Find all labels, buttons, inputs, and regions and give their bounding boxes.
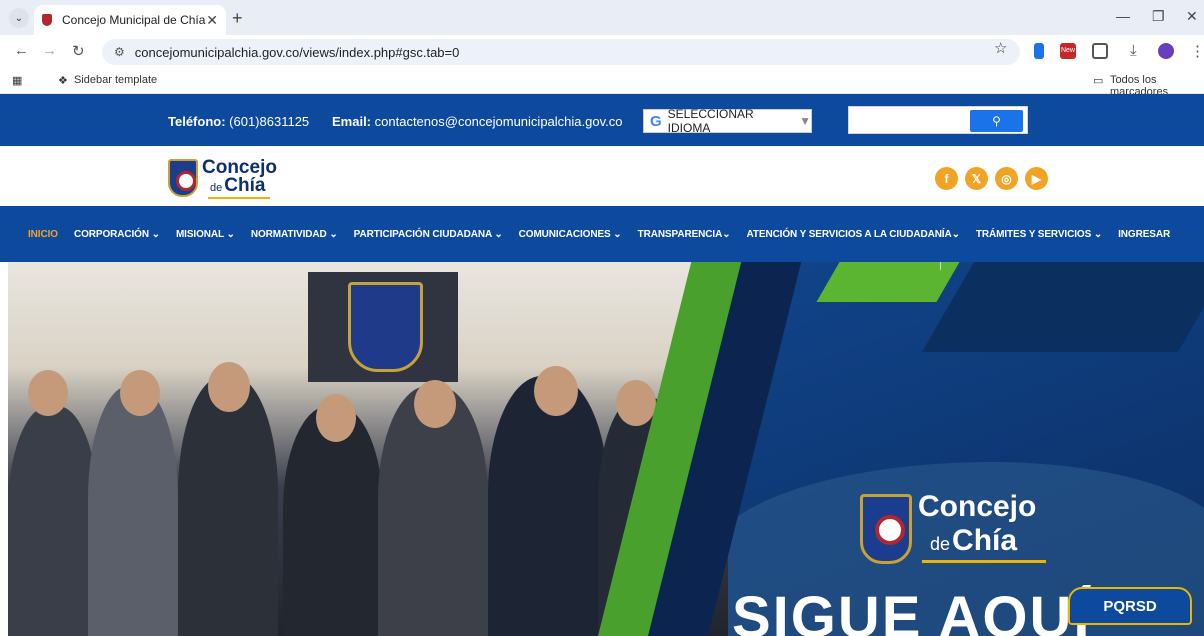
nav-comunicaciones[interactable]: COMUNICACIONES ⌄ [511,229,630,240]
photo-person-head [208,362,250,412]
hero-logo-line2: deChía [930,524,1017,558]
restore-icon[interactable]: ❐ [1152,8,1165,25]
hero-banner: Concejo deChía SIGUE AQUÍ [8,262,1204,636]
logo-de: de [210,182,223,194]
youtube-icon[interactable]: ▶ [1025,167,1048,190]
browser-tab-strip: ⌄ Concejo Municipal de Chía ✕ + — ❐ ✕ [0,0,1204,35]
search-button[interactable]: ⚲ [970,110,1023,132]
language-dropdown-icon: ▼ [799,114,811,128]
hero-stripe [816,262,960,302]
site-info-icon[interactable]: ⚙ [114,45,125,59]
photo-person-head [316,394,356,442]
profile-avatar[interactable] [1158,43,1174,59]
hero-headline: SIGUE AQUÍ [732,585,1092,636]
email-info: Email: contactenos@concejomunicipalchia.… [332,114,622,129]
bookmarks-bar: ▦ ❖ Sidebar template ▭ Todos los marcado… [0,68,1204,98]
language-select[interactable]: G SELECCIONAR IDIOMA ▼ [643,107,812,135]
photo-person [488,376,608,636]
nav-misional[interactable]: MISIONAL ⌄ [168,229,243,240]
close-window-icon[interactable]: ✕ [1186,8,1198,25]
photo-person-head [616,380,656,426]
hero-coat-of-arms-icon [860,494,912,564]
extension-icon[interactable] [1034,43,1044,59]
logo-line2: de Chía [210,175,265,197]
back-icon[interactable]: ← [14,42,29,59]
photo-person [8,406,98,636]
tab-title: Concejo Municipal de Chía [62,13,206,27]
photo-person-head [28,370,68,416]
nav-tramites[interactable]: TRÁMITES Y SERVICIOS ⌄ [968,229,1110,240]
hero-logo-line1: Concejo [918,490,1037,523]
language-label: SELECCIONAR IDIOMA [667,107,754,135]
google-icon: G [650,112,662,130]
divider [940,262,941,270]
photo-coat-of-arms [348,282,423,372]
site-logo[interactable]: Concejo de Chía [168,157,280,199]
logo-underline [208,197,270,199]
site-favicon-icon [42,14,52,26]
contact-bar: Teléfono: (601)8631125 Email: contacteno… [0,94,1204,146]
nav-corporacion[interactable]: CORPORACIÓN ⌄ [66,229,168,240]
nav-ingresar[interactable]: INGRESAR [1110,229,1178,240]
bookmark-sidebar-template[interactable]: Sidebar template [74,74,157,86]
folder-icon: ▭ [1093,75,1104,87]
email-value[interactable]: contactenos@concejomunicipalchia.gov.co [375,114,623,129]
apps-grid-icon[interactable]: ▦ [12,74,22,87]
nav-transparencia[interactable]: TRANSPARENCIA⌄ [630,229,739,240]
logo-chia: Chía [224,175,266,196]
photo-person-head [534,366,578,416]
photo-person [178,376,278,636]
search-icon: ⚲ [992,114,1001,128]
nav-inicio[interactable]: INICIO [20,229,66,240]
address-bar[interactable]: ⚙ concejomunicipalchia.gov.co/views/inde… [102,39,1020,65]
instagram-icon[interactable]: ◎ [995,167,1018,190]
photo-person [88,386,178,636]
bookmark-star-icon[interactable]: ☆ [994,39,1007,57]
minimize-icon[interactable]: — [1116,8,1130,24]
hero-logo-de: de [930,534,951,554]
coat-of-arms-icon [168,159,198,197]
tab-search-icon[interactable]: ⌄ [9,8,29,28]
photo-person-head [414,380,456,428]
main-navigation: INICIO CORPORACIÓN ⌄ MISIONAL ⌄ NORMATIV… [0,206,1204,262]
download-icon[interactable]: ⤓ [1130,42,1137,59]
photo-person-head [120,370,160,416]
email-label: Email: [332,114,372,129]
browser-toolbar: ← → ↻ ⚙ concejomunicipalchia.gov.co/view… [0,35,1204,68]
bookmark-favicon-icon: ❖ [58,75,68,87]
hero-logo-underline [922,560,1046,563]
facebook-icon[interactable]: f [935,167,958,190]
hero-logo: Concejo deChía [860,490,1060,570]
phone-value: (601)8631125 [229,114,310,129]
reload-icon[interactable]: ↻ [72,42,85,60]
new-tab-icon[interactable]: + [232,8,243,29]
phone-label: Teléfono: [168,114,226,129]
nav-atencion[interactable]: ATENCIÓN Y SERVICIOS A LA CIUDADANÍA⌄ [738,229,967,240]
close-tab-icon[interactable]: ✕ [206,12,218,29]
x-icon[interactable]: 𝕏 [965,167,988,190]
phone-info: Teléfono: (601)8631125 [168,114,309,129]
forward-icon[interactable]: → [42,42,57,59]
browser-tab[interactable]: Concejo Municipal de Chía ✕ [34,5,226,35]
new-extension-icon[interactable]: New [1060,43,1076,59]
extensions-puzzle-icon[interactable] [1092,43,1108,59]
pqrsd-button[interactable]: PQRSD [1068,587,1192,625]
menu-kebab-icon[interactable]: ⋮ [1190,42,1204,60]
url-text: concejomunicipalchia.gov.co/views/index.… [134,44,460,60]
hero-logo-chia: Chía [952,524,1018,557]
nav-normatividad[interactable]: NORMATIVIDAD ⌄ [243,229,346,240]
nav-participacion[interactable]: PARTICIPACIÓN CIUDADANA ⌄ [346,229,511,240]
